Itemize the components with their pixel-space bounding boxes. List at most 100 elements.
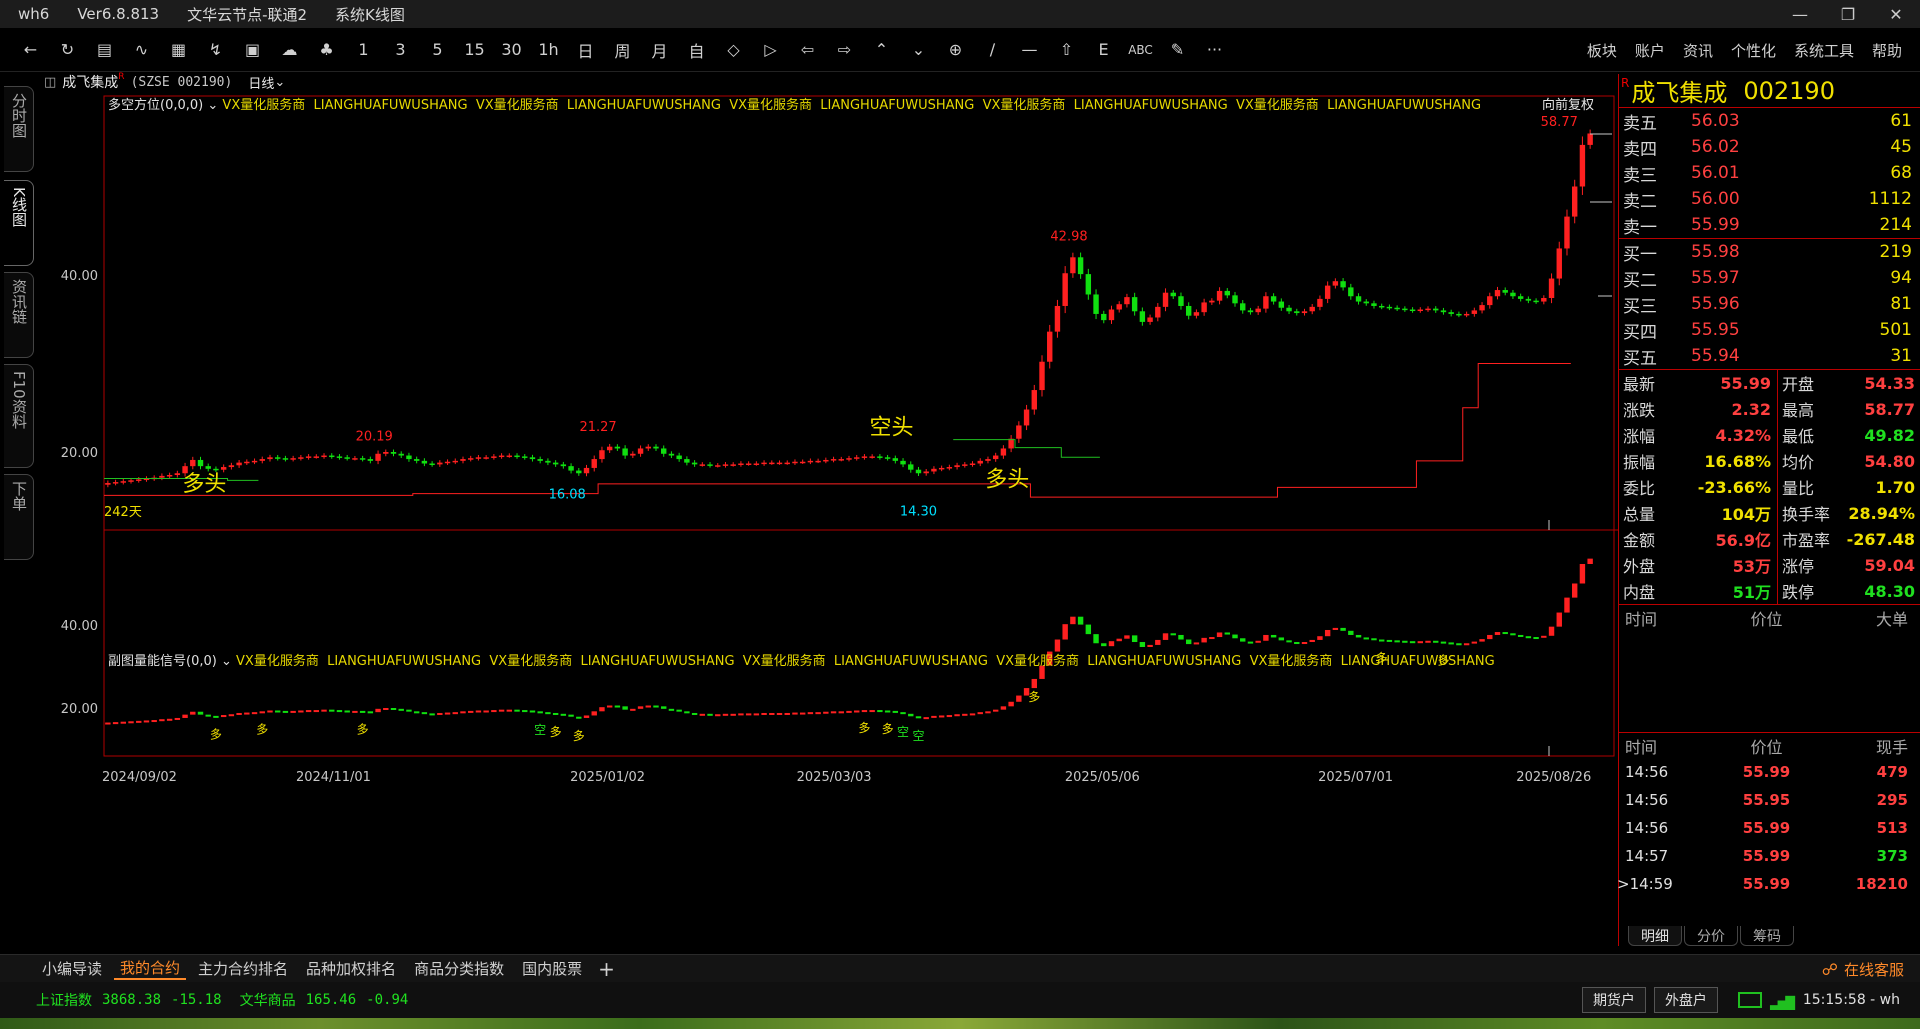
zoom-out-icon[interactable]: ◇ [715, 35, 752, 65]
menu-account[interactable]: 账户 [1635, 40, 1665, 61]
pen-icon[interactable]: ✎ [1159, 35, 1196, 65]
period-select[interactable]: 日线 [248, 73, 274, 92]
app-window: wh6 Ver6.8.813 文华云节点-联通2 系统K线图 — ❐ ✕ ← ↻… [0, 0, 1920, 1029]
tab-chips[interactable]: 筹码 [1740, 926, 1794, 946]
period-1[interactable]: 1 [345, 35, 382, 65]
contract-menu-icon[interactable]: ◫ [44, 75, 56, 90]
tab-price-dist[interactable]: 分价 [1684, 926, 1738, 946]
tab-detail[interactable]: 明细 [1628, 926, 1682, 946]
order-price: 55.97 [1691, 268, 1740, 288]
tick-price: 55.99 [1742, 875, 1791, 893]
bell-icon[interactable]: ♣ [308, 35, 345, 65]
menu-sector[interactable]: 板块 [1587, 40, 1617, 61]
period-5[interactable]: 5 [419, 35, 456, 65]
menu-news[interactable]: 资讯 [1683, 40, 1713, 61]
tab-my-contracts[interactable]: 我的合约 [114, 957, 187, 980]
candle [483, 457, 489, 459]
arrow-right-icon[interactable]: ⇨ [826, 35, 863, 65]
close-icon[interactable]: ✕ [1872, 0, 1920, 28]
order-row[interactable]: 卖一 55.99 214 [1619, 212, 1920, 238]
tick-row[interactable]: 14:57 55.99 373 [1619, 842, 1920, 870]
order-price: 55.98 [1691, 242, 1740, 262]
refresh-icon[interactable]: ↻ [49, 35, 86, 65]
kline-chart[interactable]: 40.00 20.00 40.00 20.00 2024/09/02 2024/11/01… [0, 92, 1618, 946]
bar-chart-icon[interactable]: ▦ [160, 35, 197, 65]
hline-icon[interactable]: — [1011, 35, 1048, 65]
adjust-mode[interactable]: 向前复权 [1542, 94, 1594, 113]
list-icon[interactable]: ▤ [86, 35, 123, 65]
candle [877, 456, 883, 458]
tick-row[interactable]: 14:56 55.95 295 [1619, 786, 1920, 814]
stat-label: 量比 [1782, 479, 1815, 498]
tick-row[interactable]: 14:56 55.99 513 [1619, 814, 1920, 842]
main-indicator-title[interactable]: 多空方位(0,0,0) ⌄ VX量化服务商 LIANGHUAFUWUSHANG … [108, 94, 1481, 113]
candle [977, 460, 983, 464]
add-tab-button[interactable]: + [598, 957, 615, 981]
stat-value: 54.80 [1864, 451, 1915, 471]
zoom-in-icon[interactable]: ⌃ [863, 35, 900, 65]
app-name: wh6 [18, 5, 50, 23]
abc-icon[interactable]: ABC [1122, 35, 1159, 65]
tab-commodity-index[interactable]: 商品分类指数 [408, 958, 510, 979]
period-15[interactable]: 15 [456, 35, 493, 65]
period-day[interactable]: 日 [567, 35, 604, 65]
tab-main-ranking[interactable]: 主力合约排名 [192, 958, 294, 979]
sub-bar [846, 710, 852, 713]
candle [305, 456, 312, 458]
period-week[interactable]: 周 [604, 35, 641, 65]
futures-account-button[interactable]: 期货户 [1581, 987, 1646, 1013]
title-bar: wh6 Ver6.8.813 文华云节点-联通2 系统K线图 — ❐ ✕ [0, 0, 1920, 28]
order-row[interactable]: 买三 55.96 81 [1619, 291, 1920, 317]
chart-area[interactable]: 40.00 20.00 40.00 20.00 2024/09/02 2024/11/01… [0, 92, 1618, 946]
ad-text: VX量化服务商 [982, 98, 1066, 113]
restore-icon[interactable]: ❐ [1824, 0, 1872, 28]
y-tick-label: 20.00 [61, 702, 98, 717]
period-custom[interactable]: 自 [678, 35, 715, 65]
cloud-icon[interactable]: ☁ [271, 35, 308, 65]
period-3[interactable]: 3 [382, 35, 419, 65]
tab-domestic-stocks[interactable]: 国内股票 [516, 958, 588, 979]
arrow-left-icon[interactable]: ⇦ [789, 35, 826, 65]
sub-bar [1216, 632, 1223, 638]
tab-editor-guide[interactable]: 小编导读 [36, 958, 108, 979]
period-month[interactable]: 月 [641, 35, 678, 65]
draw-line-icon[interactable]: ∕ [974, 35, 1011, 65]
menu-personalize[interactable]: 个性化 [1731, 40, 1776, 61]
minimize-icon[interactable]: — [1776, 0, 1824, 28]
tick-row[interactable]: 14:59 55.99 18210 [1619, 870, 1920, 898]
candle [1402, 308, 1408, 311]
order-row[interactable]: 卖五 56.03 61 [1619, 108, 1920, 134]
chevron-down-icon[interactable]: ⌄ [274, 75, 285, 90]
candle [923, 471, 929, 474]
sub-indicator-title[interactable]: 副图量能信号(0,0) ⌄ VX量化服务商 LIANGHUAFUWUSHANG … [108, 650, 1495, 669]
menu-help[interactable]: 帮助 [1872, 40, 1902, 61]
order-row[interactable]: 买一 55.98 219 [1619, 239, 1920, 265]
order-row[interactable]: 买四 55.95 501 [1619, 317, 1920, 343]
line-chart-icon[interactable]: ∿ [123, 35, 160, 65]
screenshot-icon[interactable]: ▣ [234, 35, 271, 65]
back-icon[interactable]: ← [12, 35, 49, 65]
tick-row[interactable]: 14:56 55.99 479 [1619, 758, 1920, 786]
order-row[interactable]: 卖二 56.00 1112 [1619, 186, 1920, 212]
home-icon[interactable]: ⇧ [1048, 35, 1085, 65]
fit-icon[interactable]: ▷ [752, 35, 789, 65]
candle [1278, 301, 1285, 308]
lightning-icon[interactable]: ↯ [197, 35, 234, 65]
crosshair-icon[interactable]: ⊕ [937, 35, 974, 65]
period-30[interactable]: 30 [493, 35, 530, 65]
online-service[interactable]: ☍ 在线客服 [1822, 955, 1904, 983]
period-1h[interactable]: 1h [530, 35, 567, 65]
order-row[interactable]: 卖三 56.01 68 [1619, 160, 1920, 186]
menu-tools[interactable]: 系统工具 [1794, 40, 1854, 61]
e-icon[interactable]: E [1085, 35, 1122, 65]
zoom-in2-icon[interactable]: ⌄ [900, 35, 937, 65]
tick-volume: 513 [1876, 819, 1908, 837]
order-row[interactable]: 卖四 56.02 45 [1619, 134, 1920, 160]
foreign-account-button[interactable]: 外盘户 [1653, 987, 1718, 1013]
order-row[interactable]: 买五 55.94 31 [1619, 343, 1920, 369]
order-row[interactable]: 买二 55.97 94 [1619, 265, 1920, 291]
tab-weighted-ranking[interactable]: 品种加权排名 [300, 958, 402, 979]
keyboard-icon[interactable] [1737, 992, 1762, 1008]
more-icon[interactable]: ··· [1196, 35, 1233, 65]
stat-label: 振幅 [1623, 453, 1656, 472]
